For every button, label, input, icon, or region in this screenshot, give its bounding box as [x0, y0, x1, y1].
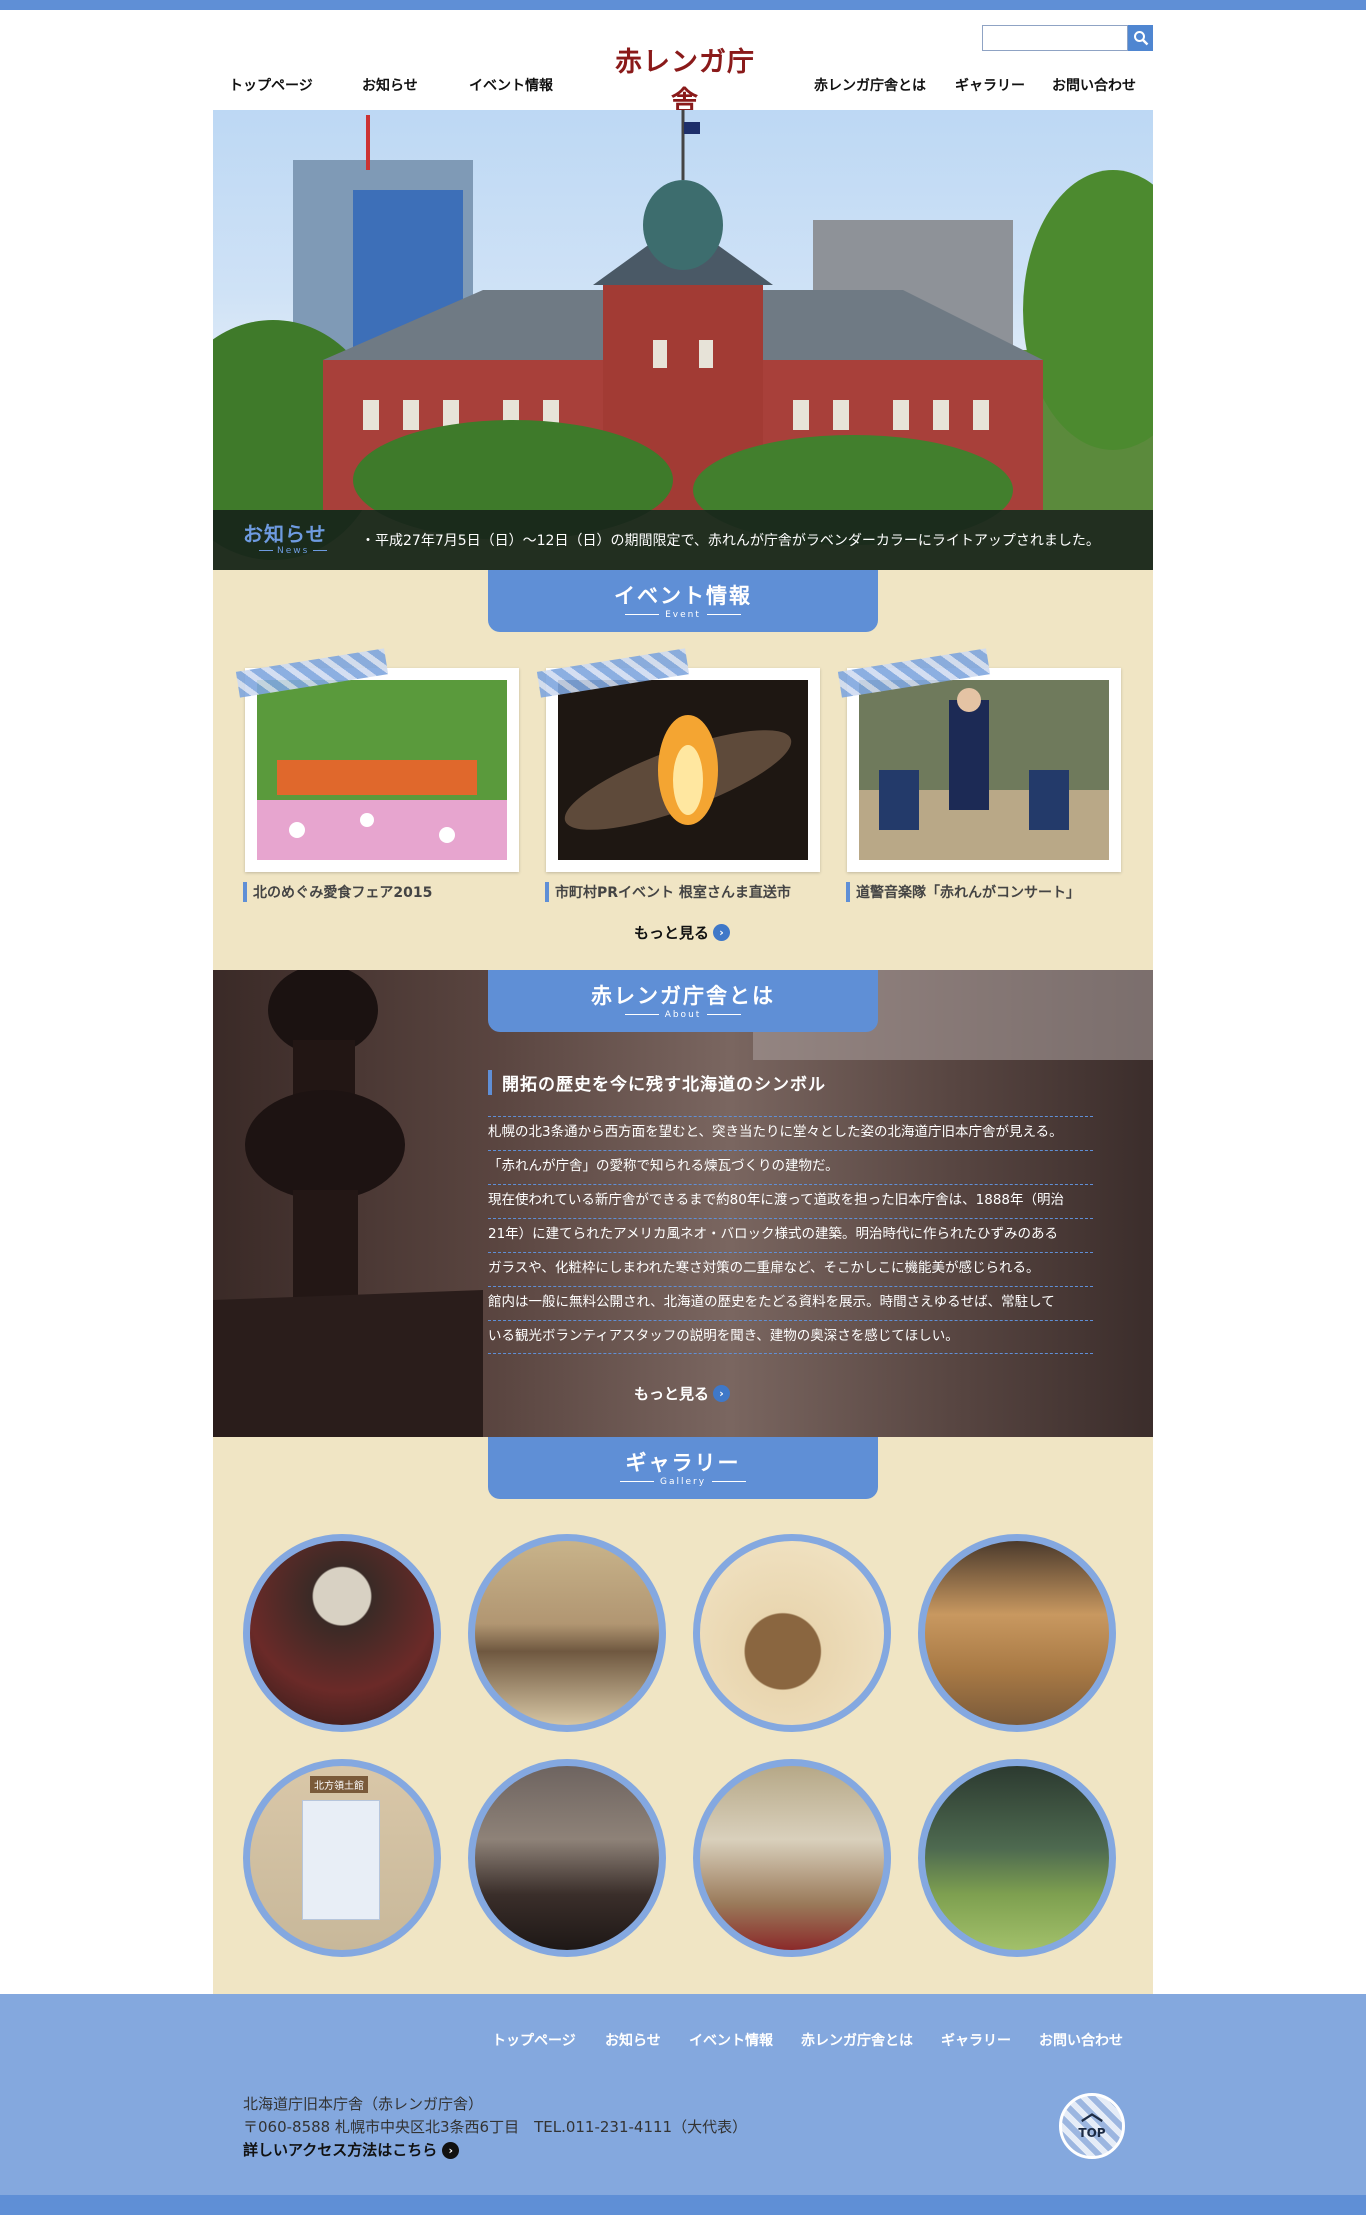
news-title: お知らせ — [243, 522, 327, 546]
about-section: 赤レンガ庁舎とは About 開拓の歴史を今に残す北海道のシンボル 札幌の北3条… — [213, 970, 1153, 1437]
top-accent-bar — [0, 0, 1366, 10]
saury-grill-photo — [558, 680, 808, 860]
footer-nav-about[interactable]: 赤レンガ庁舎とは — [801, 2030, 913, 2050]
footer-nav-events[interactable]: イベント情報 — [689, 2030, 773, 2050]
gallery-photo-exhibit-room[interactable] — [468, 1534, 666, 1732]
bottom-accent-bar — [0, 2195, 1366, 2215]
police-band-photo — [859, 680, 1109, 860]
nav-events[interactable]: イベント情報 — [469, 75, 553, 95]
about-more-link[interactable]: もっと見る › — [634, 1383, 731, 1404]
search-box — [982, 25, 1153, 51]
search-icon — [1133, 31, 1148, 46]
about-line: 館内は一般に無料公開され、北海道の歴史をたどる資料を展示。時間さえゆるせば、常駐… — [488, 1286, 1093, 1320]
footer-nav-contact[interactable]: お問い合わせ — [1039, 2030, 1123, 2050]
about-title: 赤レンガ庁舎とは — [591, 984, 775, 1008]
about-line: 21年）に建てられたアメリカ風ネオ・バロック様式の建築。明治時代に作られたひずみ… — [488, 1218, 1093, 1252]
more-label: もっと見る — [634, 924, 710, 942]
gallery-photo-ducks[interactable] — [918, 1759, 1116, 1957]
access-link-label: 詳しいアクセス方法はこちら — [243, 2141, 438, 2159]
footer-org-name: 北海道庁旧本庁舎（赤レンガ庁舎） — [243, 2095, 484, 2113]
more-label: もっと見る — [634, 1385, 710, 1403]
site-logo[interactable]: 赤レンガ庁舎 — [605, 40, 765, 117]
gallery-title: ギャラリー — [625, 1451, 741, 1475]
gallery-photo-desk[interactable] — [468, 1759, 666, 1957]
event-card-title[interactable]: 市町村PRイベント 根室さんま直送市 — [545, 882, 791, 902]
news-item[interactable]: ・平成27年7月5日（日）～12日（日）の期間限定で、赤れんが庁舎がラベンダーカ… — [361, 530, 1100, 550]
footer: トップページ お知らせ イベント情報 赤レンガ庁舎とは ギャラリー お問い合わせ… — [0, 1994, 1366, 2195]
about-heading: 開拓の歴史を今に残す北海道のシンボル — [488, 1070, 826, 1095]
arrow-right-icon: › — [713, 924, 731, 941]
footer-nav-top-page[interactable]: トップページ — [492, 2030, 576, 2050]
gallery-photo-staircase[interactable] — [243, 1534, 441, 1732]
gallery-placard: 北方領土館 — [310, 1776, 368, 1793]
event-heading-tab: イベント情報 Event — [488, 570, 878, 632]
about-text: 札幌の北3条通から西方面を望むと、突き当たりに堂々とした姿の北海道庁旧本庁舎が見… — [488, 1116, 1093, 1354]
about-line: ガラスや、化粧枠にしまわれた寒さ対策の二重扉など、そこかしこに機能美が感じられる… — [488, 1252, 1093, 1286]
event-card[interactable] — [837, 648, 1121, 872]
about-line: 「赤れんが庁舎」の愛称で知られる煉瓦づくりの建物だ。 — [488, 1150, 1093, 1184]
news-banner: お知らせ News ・平成27年7月5日（日）～12日（日）の期間限定で、赤れん… — [213, 510, 1153, 570]
about-line: 現在使われている新庁舎ができるまで約80年に渡って道政を担った旧本庁舎は、188… — [488, 1184, 1093, 1218]
about-heading-tab: 赤レンガ庁舎とは About — [488, 970, 878, 1032]
gallery-photo-poster[interactable]: 北方領土館 — [243, 1759, 441, 1957]
event-card-title[interactable]: 道警音楽隊「赤れんがコンサート」 — [846, 882, 1080, 902]
gallery-photo-hall[interactable] — [918, 1534, 1116, 1732]
search-button[interactable] — [1128, 25, 1153, 51]
gallery-photo-deer-head[interactable] — [693, 1534, 891, 1732]
about-line: 札幌の北3条通から西方面を望むと、突き当たりに堂々とした姿の北海道庁旧本庁舎が見… — [488, 1116, 1093, 1150]
access-link[interactable]: 詳しいアクセス方法はこちら › — [243, 2139, 747, 2162]
nav-news[interactable]: お知らせ — [362, 75, 418, 95]
about-subtitle: About — [488, 1010, 878, 1020]
event-card-title[interactable]: 北のめぐみ愛食フェア2015 — [243, 882, 432, 902]
search-input[interactable] — [982, 25, 1128, 51]
nav-top-page[interactable]: トップページ — [229, 75, 313, 95]
red-brick-building-photo — [213, 110, 1153, 570]
event-section: イベント情報 Event 北のめぐみ愛食フェア2015 市町村PRイベント 根室… — [213, 570, 1153, 970]
event-more-link[interactable]: もっと見る › — [634, 922, 731, 943]
top-label: TOP — [1078, 2126, 1106, 2140]
footer-address-block: 北海道庁旧本庁舎（赤レンガ庁舎） 〒060-8588 札幌市中央区北3条西6丁目… — [243, 2093, 747, 2162]
gallery-subtitle: Gallery — [488, 1477, 878, 1487]
event-card[interactable] — [536, 648, 820, 872]
back-to-top-button[interactable]: ︿ TOP — [1059, 2093, 1125, 2159]
event-subtitle: Event — [488, 610, 878, 620]
tulip-fair-photo — [257, 680, 507, 860]
poster-board — [302, 1800, 380, 1920]
gallery-photo-documents[interactable] — [693, 1759, 891, 1957]
chevron-up-icon: ︿ — [1080, 2101, 1103, 2126]
nav-about[interactable]: 赤レンガ庁舎とは — [814, 75, 926, 95]
footer-address: 〒060-8588 札幌市中央区北3条西6丁目 TEL.011-231-4111… — [243, 2118, 748, 2136]
event-title: イベント情報 — [614, 584, 752, 608]
gallery-section: ギャラリー Gallery 北方領土館 — [213, 1437, 1153, 1994]
footer-nav-gallery[interactable]: ギャラリー — [941, 2030, 1011, 2050]
nav-contact[interactable]: お問い合わせ — [1052, 75, 1136, 95]
arrow-right-icon: › — [442, 2142, 460, 2159]
header: 赤レンガ庁舎 トップページ お知らせ イベント情報 赤レンガ庁舎とは ギャラリー… — [213, 10, 1153, 117]
hero-image: お知らせ News ・平成27年7月5日（日）～12日（日）の期間限定で、赤れん… — [213, 110, 1153, 570]
nav-gallery[interactable]: ギャラリー — [955, 75, 1025, 95]
footer-nav-news[interactable]: お知らせ — [605, 2030, 661, 2050]
arrow-right-icon: › — [713, 1385, 731, 1402]
news-subtitle: News — [255, 546, 331, 556]
gallery-heading-tab: ギャラリー Gallery — [488, 1437, 878, 1499]
about-line: いる観光ボランティアスタッフの説明を聞き、建物の奥深さを感じてほしい。 — [488, 1320, 1093, 1354]
event-card[interactable] — [235, 648, 519, 872]
